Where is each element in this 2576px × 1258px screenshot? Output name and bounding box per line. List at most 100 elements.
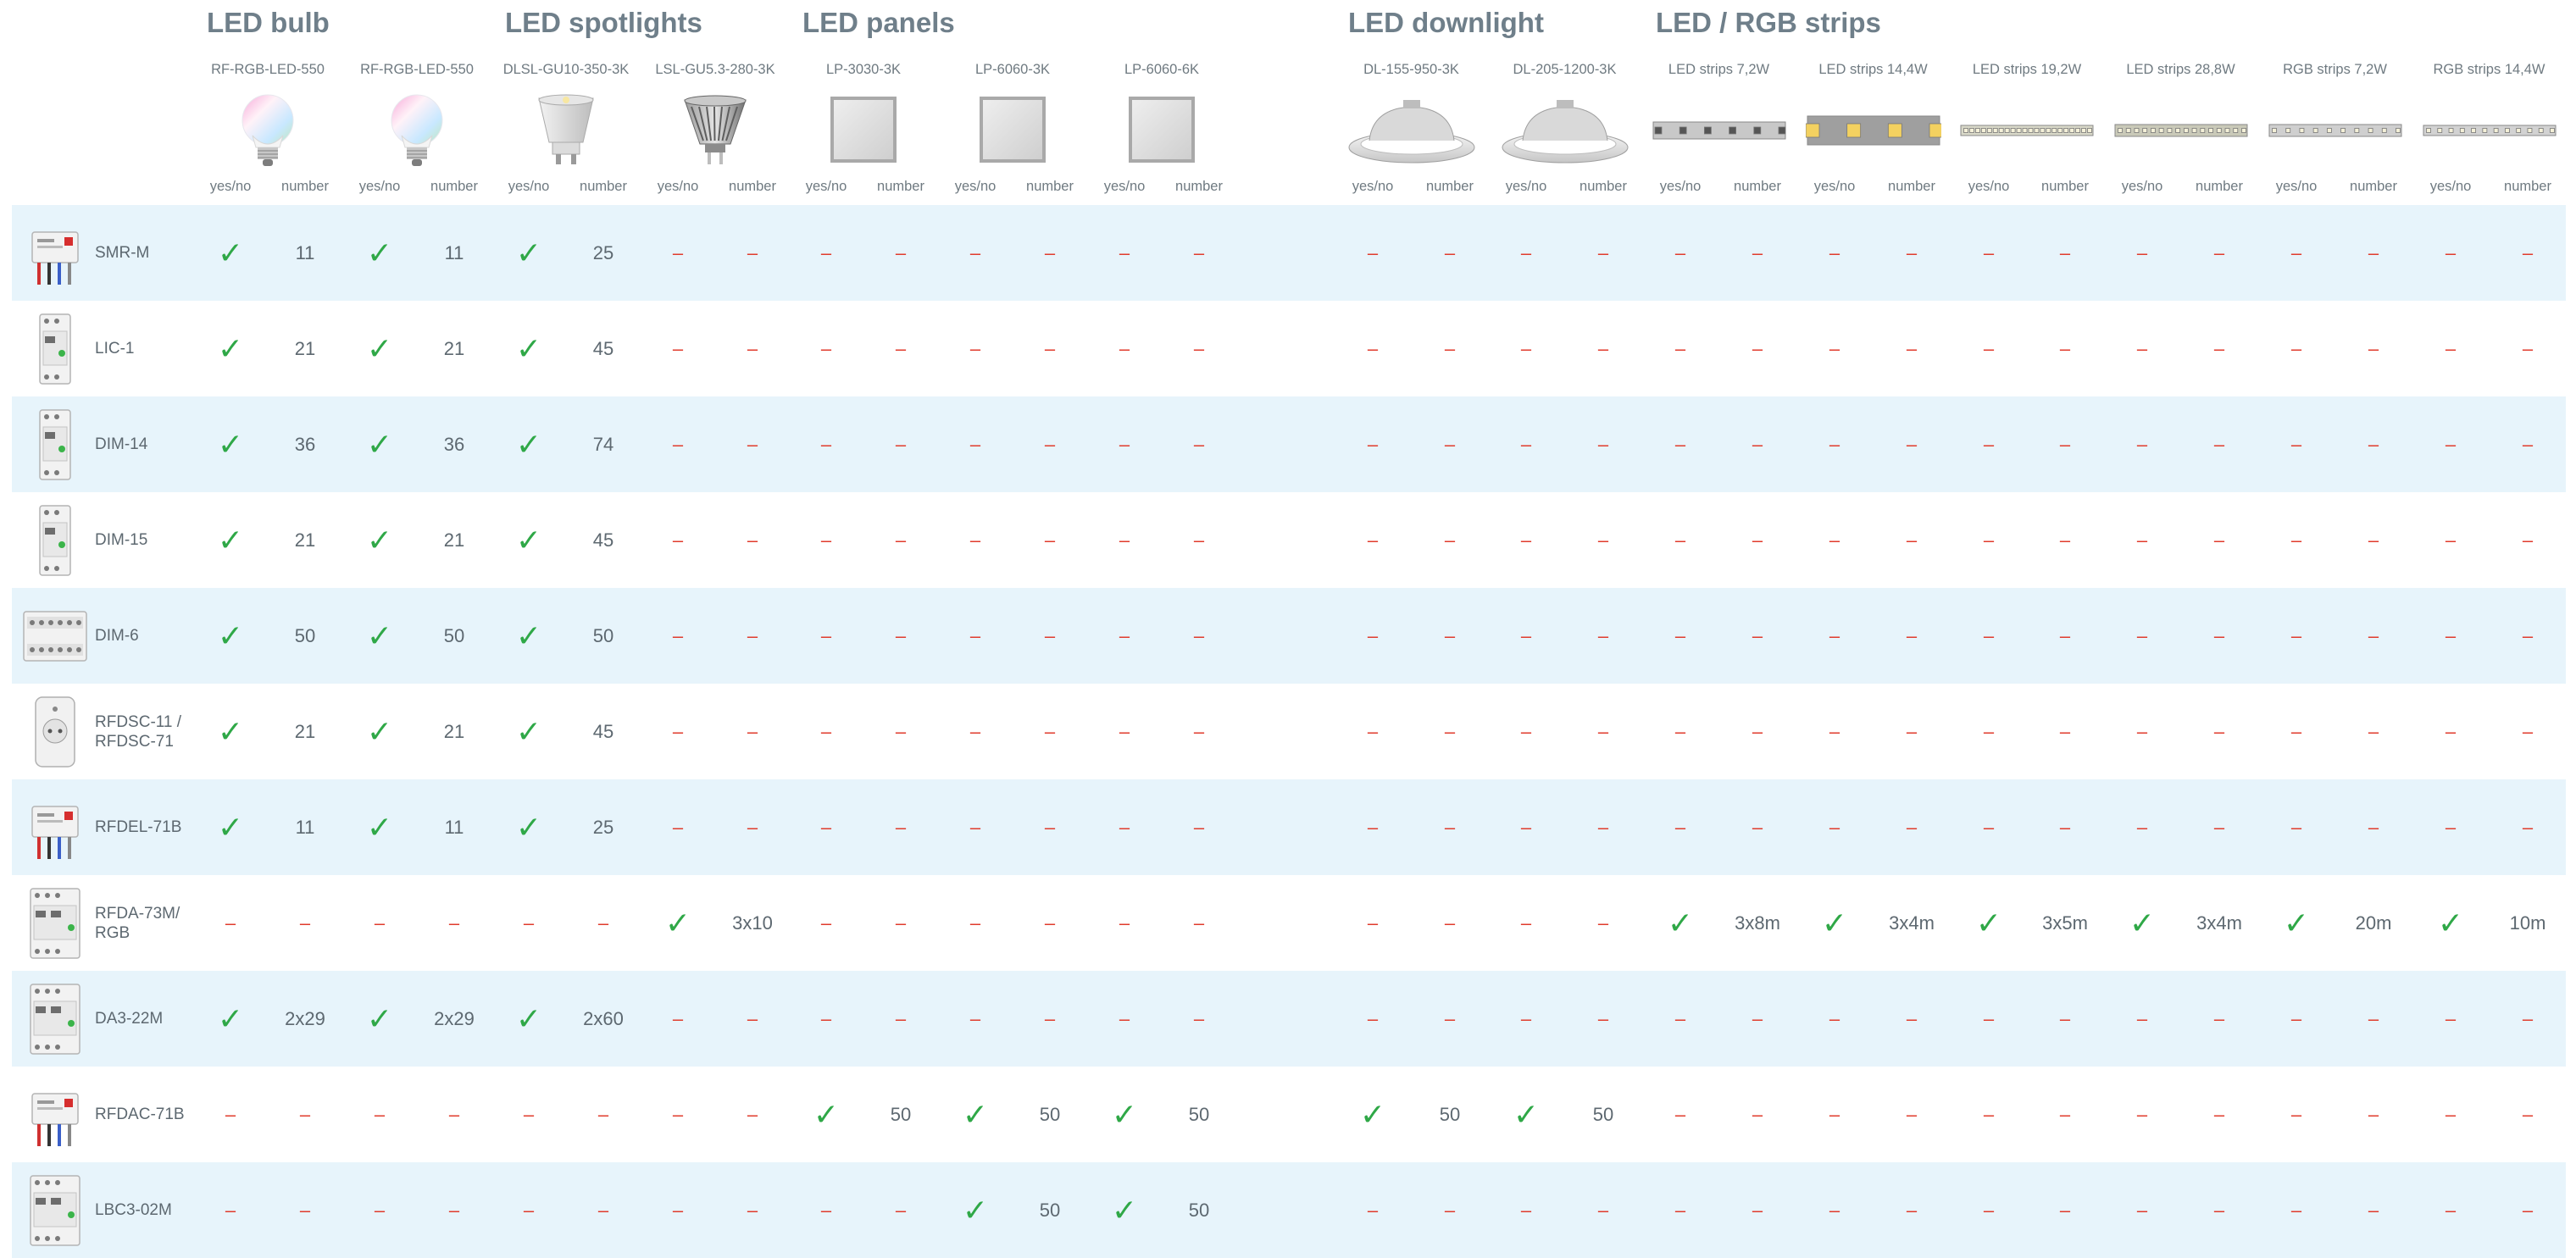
device-name: RFDA-73M/ RGB bbox=[95, 904, 180, 942]
group-title: LED bulb bbox=[207, 7, 330, 38]
product-name: RGB strips 14,4W bbox=[2433, 62, 2545, 77]
dash-icon: – bbox=[2445, 338, 2457, 359]
subheader-yes-no: yes/no bbox=[358, 179, 401, 194]
dash-icon: – bbox=[1367, 721, 1379, 742]
dash-icon: – bbox=[1444, 1008, 1456, 1029]
subheader-number: number bbox=[281, 179, 329, 194]
dash-icon: – bbox=[2522, 1104, 2534, 1125]
dash-icon: – bbox=[1520, 1200, 1532, 1221]
dash-icon: – bbox=[2136, 434, 2148, 455]
dash-icon: – bbox=[1752, 529, 1763, 551]
dash-icon: – bbox=[672, 529, 684, 551]
led-strip-icon bbox=[2422, 91, 2557, 169]
dash-icon: – bbox=[2059, 817, 2071, 838]
cell-value: 50 bbox=[1039, 1104, 1061, 1125]
dash-icon: – bbox=[1674, 434, 1686, 455]
dash-icon: – bbox=[820, 1008, 832, 1029]
dash-icon: – bbox=[2059, 1008, 2071, 1029]
dash-icon: – bbox=[2213, 434, 2225, 455]
dash-icon: – bbox=[1983, 1104, 1995, 1125]
check-icon: ✓ bbox=[515, 427, 542, 462]
dash-icon: – bbox=[225, 1104, 236, 1125]
dash-icon: – bbox=[747, 529, 758, 551]
device-name: LBC3-02M bbox=[95, 1201, 172, 1219]
device-name: DIM-14 bbox=[95, 435, 148, 453]
dash-icon: – bbox=[672, 1008, 684, 1029]
subheader-number: number bbox=[1579, 179, 1627, 194]
dash-icon: – bbox=[2290, 721, 2302, 742]
dash-icon: – bbox=[1829, 817, 1840, 838]
dash-icon: – bbox=[2522, 1008, 2534, 1029]
product-name: DLSL-GU10-350-3K bbox=[502, 62, 630, 77]
dash-icon: – bbox=[1444, 338, 1456, 359]
dash-icon: – bbox=[2136, 242, 2148, 263]
dash-icon: – bbox=[1906, 1008, 1918, 1029]
subheader-number: number bbox=[2041, 179, 2089, 194]
subheader-yes-no: yes/no bbox=[1813, 179, 1856, 194]
check-icon: ✓ bbox=[515, 714, 542, 749]
dash-icon: – bbox=[820, 721, 832, 742]
cell-value: 3x10 bbox=[732, 912, 773, 934]
subheader-number: number bbox=[877, 179, 924, 194]
dash-icon: – bbox=[2368, 242, 2379, 263]
dash-icon: – bbox=[2522, 529, 2534, 551]
dash-icon: – bbox=[672, 625, 684, 646]
dash-icon: – bbox=[895, 1200, 907, 1221]
dash-icon: – bbox=[2522, 242, 2534, 263]
dash-icon: – bbox=[1829, 242, 1840, 263]
dash-icon: – bbox=[1674, 1200, 1686, 1221]
check-icon: ✓ bbox=[1513, 1097, 1540, 1132]
led-strip-icon bbox=[2113, 91, 2249, 169]
product-name: RF-RGB-LED-550 bbox=[211, 62, 325, 77]
subheader-yes-no: yes/no bbox=[954, 179, 997, 194]
device-name: DA3-22M bbox=[95, 1010, 164, 1028]
dash-icon: – bbox=[1597, 912, 1609, 934]
dash-icon: – bbox=[2445, 434, 2457, 455]
dash-icon: – bbox=[1044, 817, 1056, 838]
dash-icon: – bbox=[1829, 1200, 1840, 1221]
dash-icon: – bbox=[1444, 817, 1456, 838]
table-row: RFDAC-71B – – – – – – – – ✓ 50 ✓ 50 ✓ 50 ✓ 50 ✓ 50 – – – – – – – –… bbox=[12, 1067, 2566, 1162]
dash-icon: – bbox=[747, 242, 758, 263]
dash-icon: – bbox=[1752, 721, 1763, 742]
dash-icon: – bbox=[2290, 242, 2302, 263]
led-panel-icon bbox=[1094, 91, 1230, 169]
dash-icon: – bbox=[1829, 625, 1840, 646]
dash-icon: – bbox=[820, 1200, 832, 1221]
dash-icon: – bbox=[1119, 625, 1130, 646]
dash-icon: – bbox=[2445, 625, 2457, 646]
cell-value: 3x4m bbox=[2196, 912, 2242, 934]
dash-icon: – bbox=[895, 529, 907, 551]
cell-value: 21 bbox=[294, 721, 316, 742]
dash-icon: – bbox=[1674, 817, 1686, 838]
subheader-yes-no: yes/no bbox=[508, 179, 550, 194]
subheader-yes-no: yes/no bbox=[1968, 179, 2010, 194]
dash-icon: – bbox=[1906, 242, 1918, 263]
dash-icon: – bbox=[1193, 242, 1205, 263]
dash-icon: – bbox=[895, 912, 907, 934]
dash-icon: – bbox=[672, 1200, 684, 1221]
dash-icon: – bbox=[969, 1008, 981, 1029]
dash-icon: – bbox=[2059, 529, 2071, 551]
check-icon: ✓ bbox=[217, 618, 244, 653]
dash-icon: – bbox=[2059, 1200, 2071, 1221]
product-name: LP-6060-6K bbox=[1124, 62, 1200, 77]
check-icon: ✓ bbox=[366, 427, 393, 462]
dash-icon: – bbox=[1597, 434, 1609, 455]
dash-icon: – bbox=[2445, 1104, 2457, 1125]
cell-value: 21 bbox=[294, 338, 316, 359]
dash-icon: – bbox=[299, 912, 311, 934]
dash-icon: – bbox=[2213, 1008, 2225, 1029]
check-icon: ✓ bbox=[2283, 906, 2310, 940]
subheader-number: number bbox=[430, 179, 478, 194]
socket-dimmer-icon bbox=[22, 694, 88, 770]
cell-value: 50 bbox=[1188, 1104, 1210, 1125]
dash-icon: – bbox=[1983, 721, 1995, 742]
dash-icon: – bbox=[1983, 242, 1995, 263]
check-icon: ✓ bbox=[1821, 906, 1848, 940]
subheader-yes-no: yes/no bbox=[805, 179, 847, 194]
led-strip-icon bbox=[1959, 91, 2095, 169]
cell-value: 45 bbox=[592, 338, 614, 359]
check-icon: ✓ bbox=[2129, 906, 2156, 940]
dash-icon: – bbox=[1044, 912, 1056, 934]
